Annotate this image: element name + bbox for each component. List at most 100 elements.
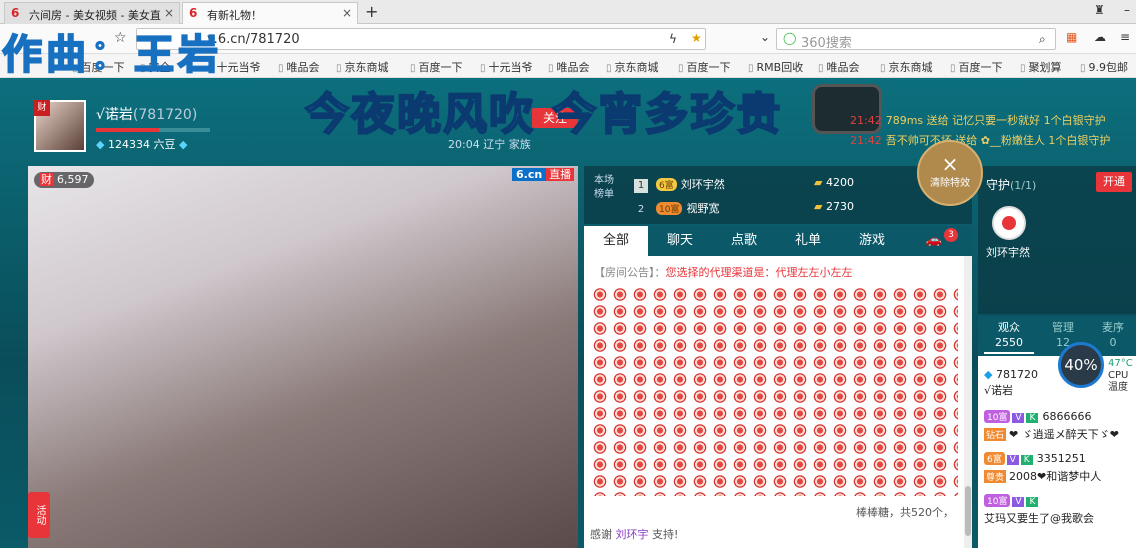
minimize-icon[interactable]: – <box>1124 3 1130 17</box>
guard-title: 守护(1/1) <box>986 176 1036 193</box>
bookmark-item[interactable]: 唯品会 <box>818 59 860 75</box>
audience-id: 6866666 <box>1042 410 1092 423</box>
rank-number: 2 <box>637 204 645 215</box>
six-rooms-icon: 6 <box>189 6 198 20</box>
flash-icon[interactable]: ϟ <box>669 32 677 46</box>
composer-overlay: 作曲：王岩 <box>1 32 222 78</box>
gift-count-message: 棒棒糖，共520个， <box>856 506 954 519</box>
tab-close-icon[interactable]: × <box>342 6 352 20</box>
audience-name: √诺岩 <box>984 384 1014 397</box>
rank-level: 10富 <box>656 202 683 215</box>
shirt-icon[interactable]: ♜ <box>1094 3 1105 17</box>
activity-tab[interactable]: 活动 <box>28 492 50 538</box>
tab-audience[interactable]: 观众 2550 <box>984 320 1034 354</box>
beans-text: 124334 六豆 <box>107 138 176 151</box>
beans-count: ◆ 124334 六豆 ◆ <box>96 136 187 152</box>
rank-panel: 本场榜单 1 6富刘环宇然 4200 2 10富视野宽 2730 <box>584 166 972 224</box>
diamond-icon: ◆ <box>178 138 188 151</box>
audience-row[interactable]: 10富 V K 6866666 <box>984 410 1091 423</box>
tab-all[interactable]: 全部 <box>584 226 648 256</box>
browser-tab-1[interactable]: 6 六间房 - 美女视频 - 美女直 × <box>4 2 180 24</box>
scrollbar-thumb[interactable] <box>965 486 971 536</box>
chevron-down-icon[interactable]: ⌄ <box>760 30 770 44</box>
bookmark-item[interactable]: 京东商城 <box>336 59 389 75</box>
guard-member-name[interactable]: 刘环宇然 <box>986 244 1030 260</box>
live-label: 直播 <box>546 168 575 181</box>
audience-row[interactable]: 6富 V K 3351251 <box>984 452 1086 465</box>
tab-mic-queue[interactable]: 麦序 0 <box>1088 320 1136 350</box>
clear-effects-label: 清除特效 <box>930 178 970 189</box>
chat-scrollbar[interactable] <box>964 256 972 548</box>
audience-name: ❤ ゞ逍遥メ醉天下ゞ❤ <box>1009 428 1119 441</box>
thanks-suffix: 支持! <box>652 528 679 541</box>
tab-song-request[interactable]: 点歌 <box>712 226 776 256</box>
audience-row[interactable]: 10富 V K <box>984 494 1042 507</box>
bookmark-item[interactable]: 聚划算 <box>1020 59 1062 75</box>
bookmark-item[interactable]: 百度一下 <box>678 59 731 75</box>
level-badge: 10富 <box>984 410 1011 423</box>
audience-row[interactable]: 钻石 ❤ ゞ逍遥メ醉天下ゞ❤ <box>984 426 1119 442</box>
bookmark-item[interactable]: 唯品会 <box>548 59 590 75</box>
browser-tab-2[interactable]: 6 有新礼物！ × <box>182 2 358 24</box>
favorite-icon[interactable]: ★ <box>691 31 702 45</box>
notice-label: 【房间公告】： <box>594 266 666 279</box>
tab-count: 2550 <box>995 336 1023 349</box>
bookmark-item[interactable]: 唯品会 <box>278 59 320 75</box>
browser-tab-title: 六间房 - 美女视频 - 美女直 <box>29 9 161 22</box>
anchor-level-bar <box>96 128 210 132</box>
rank-row[interactable]: 2 10富视野宽 2730 <box>634 200 964 217</box>
live-room-page: 财 √诺岩(781720) ◆ 124334 六豆 ◆ 20:04 辽宁 家族 … <box>0 78 1136 548</box>
new-tab-button[interactable]: + <box>365 2 378 21</box>
bookmark-item[interactable]: 京东商城 <box>880 59 933 75</box>
bookmark-item[interactable]: 十元当爷 <box>480 59 533 75</box>
gift-feed-item: 21:42 789ms 送给 记忆只要一秒就好 1个白银守护 <box>850 112 1106 128</box>
search-input[interactable]: ◯ 360搜索 ⌕ <box>776 28 1056 51</box>
k-badge-icon: K <box>1026 413 1039 423</box>
rank-row[interactable]: 1 6富刘环宇然 4200 <box>634 176 964 193</box>
level-badge: 6富 <box>984 452 1005 465</box>
thanks-prefix: 感谢 <box>590 528 612 541</box>
level-progress-fill <box>96 128 159 132</box>
bookmark-item[interactable]: RMB回收 <box>748 59 804 75</box>
audience-id: 781720 <box>995 368 1038 381</box>
cloud-icon[interactable]: ☁ <box>1094 30 1106 44</box>
rank-label[interactable]: 本场榜单 <box>594 174 618 202</box>
tab-chat[interactable]: 聊天 <box>648 226 712 256</box>
tab-label: 观众 <box>998 321 1020 334</box>
bookmark-item[interactable]: 百度一下 <box>950 59 1003 75</box>
audience-panel: 观众 2550 管理 12 麦序 0 40% 47°C CPU温度 ◆ 781720 √… <box>978 316 1136 548</box>
clear-effects-button[interactable]: × 清除特效 <box>917 140 983 206</box>
audience-row[interactable]: 尊贵 2008❤和谐梦中人 <box>984 468 1101 484</box>
open-guard-button[interactable]: 开通 <box>1096 172 1132 192</box>
feed-text: 吾不帅可不坏 送给 ✿__粉嫩佳人 1个白银守护 <box>885 134 1111 147</box>
bookmark-item[interactable]: 京东商城 <box>606 59 659 75</box>
search-icon[interactable]: ⌕ <box>1039 32 1046 47</box>
audience-row[interactable]: 艾玛又要生了@我歌会 <box>984 510 1094 526</box>
thanks-user-link[interactable]: 刘环宇 <box>616 528 649 541</box>
site-logo: 6.cn <box>512 168 547 181</box>
browser-tab-strip: 6 六间房 - 美女视频 - 美女直 × 6 有新礼物！ × + ♜ – <box>0 0 1136 24</box>
tab-close-icon[interactable]: × <box>164 6 174 20</box>
tab-games[interactable]: 游戏 <box>840 226 904 256</box>
audience-row[interactable]: ◆ 781720 <box>984 368 1038 381</box>
rank-name: 视野宽 <box>686 202 720 215</box>
gift-feed-item: 21:42 吾不帅可不坏 送给 ✿__粉嫩佳人 1个白银守护 <box>850 132 1110 148</box>
tab-label: 麦序 <box>1102 321 1124 334</box>
sub-badge: 钻石 <box>984 428 1007 441</box>
guard-avatar[interactable] <box>992 206 1026 240</box>
bookmark-item[interactable]: 百度一下 <box>410 59 463 75</box>
audience-name: 艾玛又要生了@我歌会 <box>984 512 1094 525</box>
menu-icon[interactable]: ≡ <box>1120 30 1130 44</box>
rank-name: 刘环宇然 <box>680 178 725 191</box>
video-player[interactable] <box>28 166 578 548</box>
tab-count: 0 <box>1109 336 1117 349</box>
bookmark-item[interactable]: 9.9包邮 <box>1080 59 1129 75</box>
tab-gift-list[interactable]: 礼单 <box>776 226 840 256</box>
wealth-value: 6,597 <box>57 173 89 186</box>
rank-score: 4200 <box>814 176 854 189</box>
cpu-usage-gauge[interactable]: 40% <box>1058 342 1104 388</box>
k-badge-icon: K <box>1026 497 1039 507</box>
audience-row[interactable]: √诺岩 <box>984 382 1013 398</box>
apps-icon[interactable]: ▦ <box>1066 30 1077 44</box>
cpu-temp-value: 47°C <box>1108 358 1133 369</box>
